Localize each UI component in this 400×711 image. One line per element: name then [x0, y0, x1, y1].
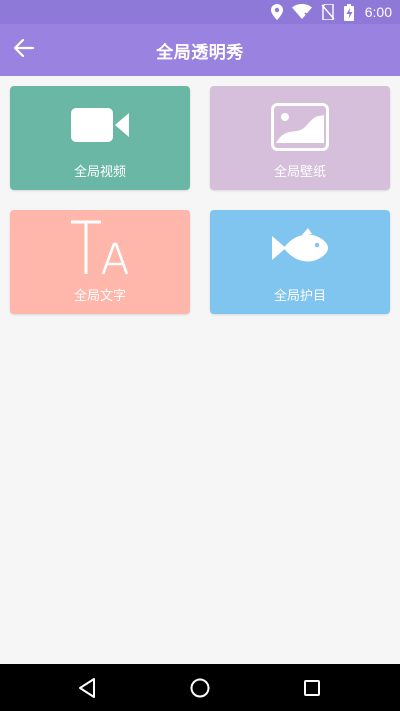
tile-label: 全局视频 — [73, 165, 126, 180]
tile-label: 全局文字 — [73, 289, 126, 304]
screen: 6:00 全局透明秀 全局视频 全局壁纸 全局文字 全局护目 — [0, 0, 400, 711]
tile-global-eye-care[interactable]: 全局护目 — [210, 210, 390, 314]
no-sim-icon — [321, 4, 335, 20]
back-button[interactable] — [8, 34, 40, 66]
status-time: 6:00 — [364, 4, 392, 20]
tile-label: 全局护目 — [273, 289, 326, 304]
app-bar: 全局透明秀 — [0, 24, 400, 76]
tile-label: 全局壁纸 — [273, 165, 326, 180]
fish-icon — [272, 228, 328, 272]
arrow-left-icon — [13, 38, 35, 61]
wifi-icon — [291, 4, 312, 20]
status-bar: 6:00 — [0, 0, 400, 24]
tile-global-video[interactable]: 全局视频 — [10, 86, 190, 190]
video-camera-icon — [71, 106, 129, 148]
page-title: 全局透明秀 — [156, 42, 244, 63]
wallpaper-image-icon — [271, 103, 329, 155]
system-nav-bar — [0, 664, 400, 711]
home-circle-icon[interactable] — [188, 677, 212, 699]
tile-global-text[interactable]: 全局文字 — [10, 210, 190, 314]
location-icon — [270, 4, 283, 20]
tile-global-wallpaper[interactable]: 全局壁纸 — [210, 86, 390, 190]
back-triangle-icon[interactable] — [76, 677, 100, 699]
battery-charging-icon — [343, 3, 354, 21]
text-ta-icon — [69, 218, 131, 282]
recents-square-icon[interactable] — [300, 677, 324, 699]
